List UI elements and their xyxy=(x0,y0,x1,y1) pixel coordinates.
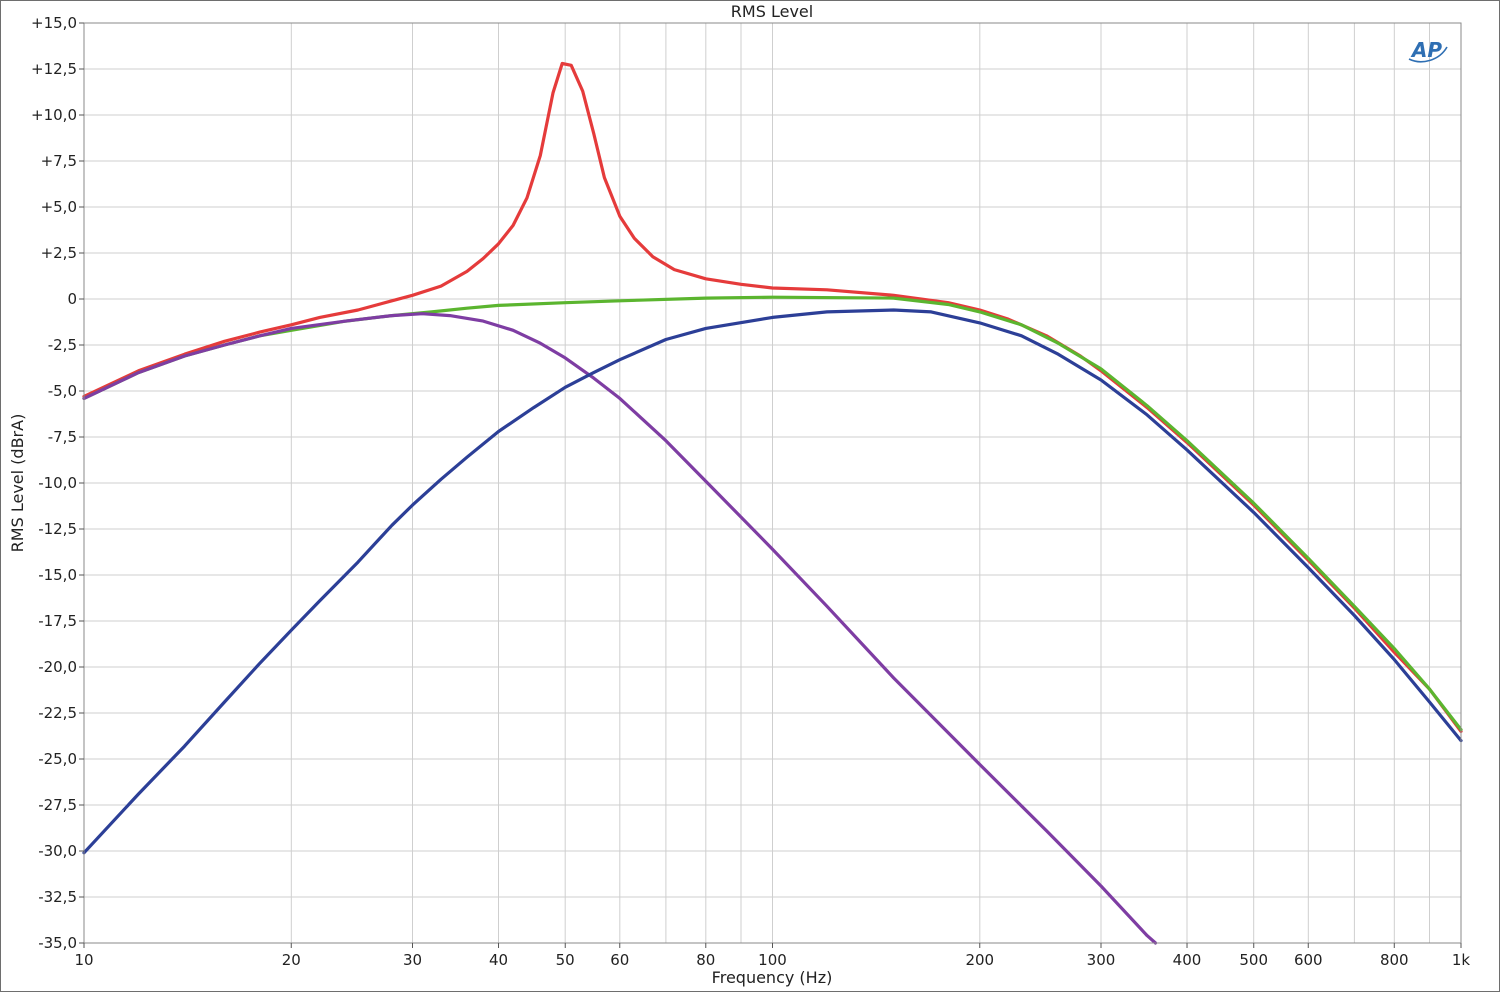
x-tick-label: 50 xyxy=(556,951,575,969)
x-tick-label: 800 xyxy=(1380,951,1409,969)
y-tick-label: -22,5 xyxy=(38,704,77,722)
y-tick-label: -12,5 xyxy=(38,520,77,538)
x-tick-label: 40 xyxy=(489,951,508,969)
x-tick-label: 100 xyxy=(758,951,787,969)
y-tick-label: -32,5 xyxy=(38,888,77,906)
y-tick-label: +5,0 xyxy=(41,198,77,216)
chart-title: RMS Level xyxy=(731,2,813,21)
x-tick-label: 500 xyxy=(1239,951,1268,969)
y-tick-label: +12,5 xyxy=(31,60,77,78)
grid-layer xyxy=(83,22,1462,944)
ap-logo-text: AP xyxy=(1410,38,1442,62)
x-tick-label: 60 xyxy=(610,951,629,969)
x-axis-label: Frequency (Hz) xyxy=(712,968,833,987)
y-tick-label: +7,5 xyxy=(41,152,77,170)
y-tick-label: 0 xyxy=(67,290,77,308)
y-tick-label: -30,0 xyxy=(38,842,77,860)
y-tick-label: +15,0 xyxy=(31,14,77,32)
x-tick-label: 20 xyxy=(282,951,301,969)
x-tick-labels: 10 20 30 40 50 60 80 100 200 300 400 500 600 800 1k xyxy=(74,943,1470,969)
x-tick-label: 10 xyxy=(74,951,93,969)
rms-level-chart: +15,0 +12,5 +10,0 +7,5 +5,0 +2,5 0 -2,5 -5,0 -7,5… xyxy=(8,2,1470,987)
y-tick-label: -2,5 xyxy=(48,336,77,354)
ap-logo: AP xyxy=(1408,38,1448,63)
x-tick-label: 400 xyxy=(1173,951,1202,969)
y-tick-label: +2,5 xyxy=(41,244,77,262)
y-tick-label: -27,5 xyxy=(38,796,77,814)
chart-frame: +15,0 +12,5 +10,0 +7,5 +5,0 +2,5 0 -2,5 -5,0 -7,5… xyxy=(0,0,1500,992)
x-tick-label: 600 xyxy=(1294,951,1323,969)
y-tick-label: -35,0 xyxy=(38,934,77,952)
x-tick-label: 200 xyxy=(965,951,994,969)
y-tick-label: -5,0 xyxy=(48,382,77,400)
y-axis-label: RMS Level (dBrA) xyxy=(8,414,27,553)
y-tick-labels: +15,0 +12,5 +10,0 +7,5 +5,0 +2,5 0 -2,5 -5,0 -7,5… xyxy=(31,14,84,952)
y-tick-label: -20,0 xyxy=(38,658,77,676)
y-tick-label: -7,5 xyxy=(48,428,77,446)
y-tick-label: +10,0 xyxy=(31,106,77,124)
y-tick-label: -17,5 xyxy=(38,612,77,630)
x-tick-label: 1k xyxy=(1452,951,1471,969)
y-tick-label: -10,0 xyxy=(38,474,77,492)
y-tick-label: -25,0 xyxy=(38,750,77,768)
x-tick-label: 80 xyxy=(696,951,715,969)
x-tick-label: 30 xyxy=(403,951,422,969)
y-tick-label: -15,0 xyxy=(38,566,77,584)
x-tick-label: 300 xyxy=(1087,951,1116,969)
